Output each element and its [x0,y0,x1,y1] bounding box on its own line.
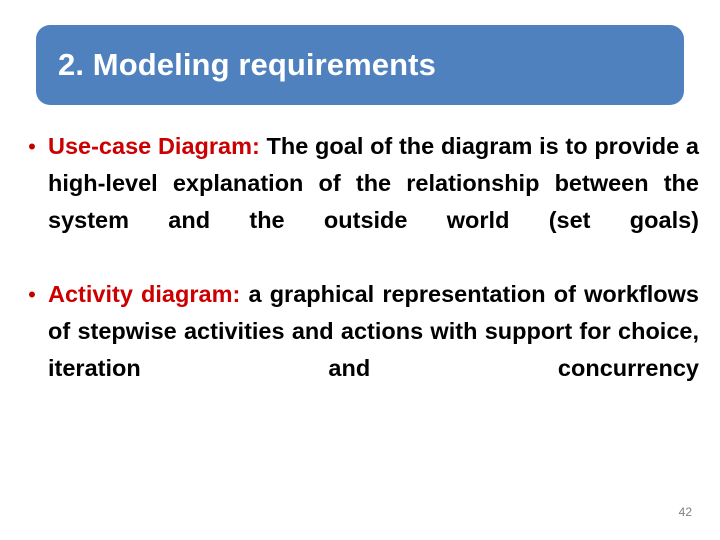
bullet-marker-icon: • [28,134,36,159]
bullet-lead-label: Activity diagram: [48,281,241,307]
slide-title-bar: 2. Modeling requirements [36,25,684,105]
slide-canvas: 2. Modeling requirements • Use-case Diag… [0,0,720,540]
page-number: 42 [678,505,692,519]
list-item: • Activity diagram: a graphical represen… [16,276,704,424]
list-item: • Use-case Diagram: The goal of the diag… [16,128,704,276]
page-title: 2. Modeling requirements [58,46,436,82]
bullet-marker-icon: • [28,282,36,307]
slide-body: • Use-case Diagram: The goal of the diag… [16,128,704,424]
bullet-lead-label: Use-case Diagram: [48,133,260,159]
bullet-text-activity: Activity diagram: a graphical representa… [48,276,704,424]
bullet-text-use-case: Use-case Diagram: The goal of the diagra… [48,128,704,276]
